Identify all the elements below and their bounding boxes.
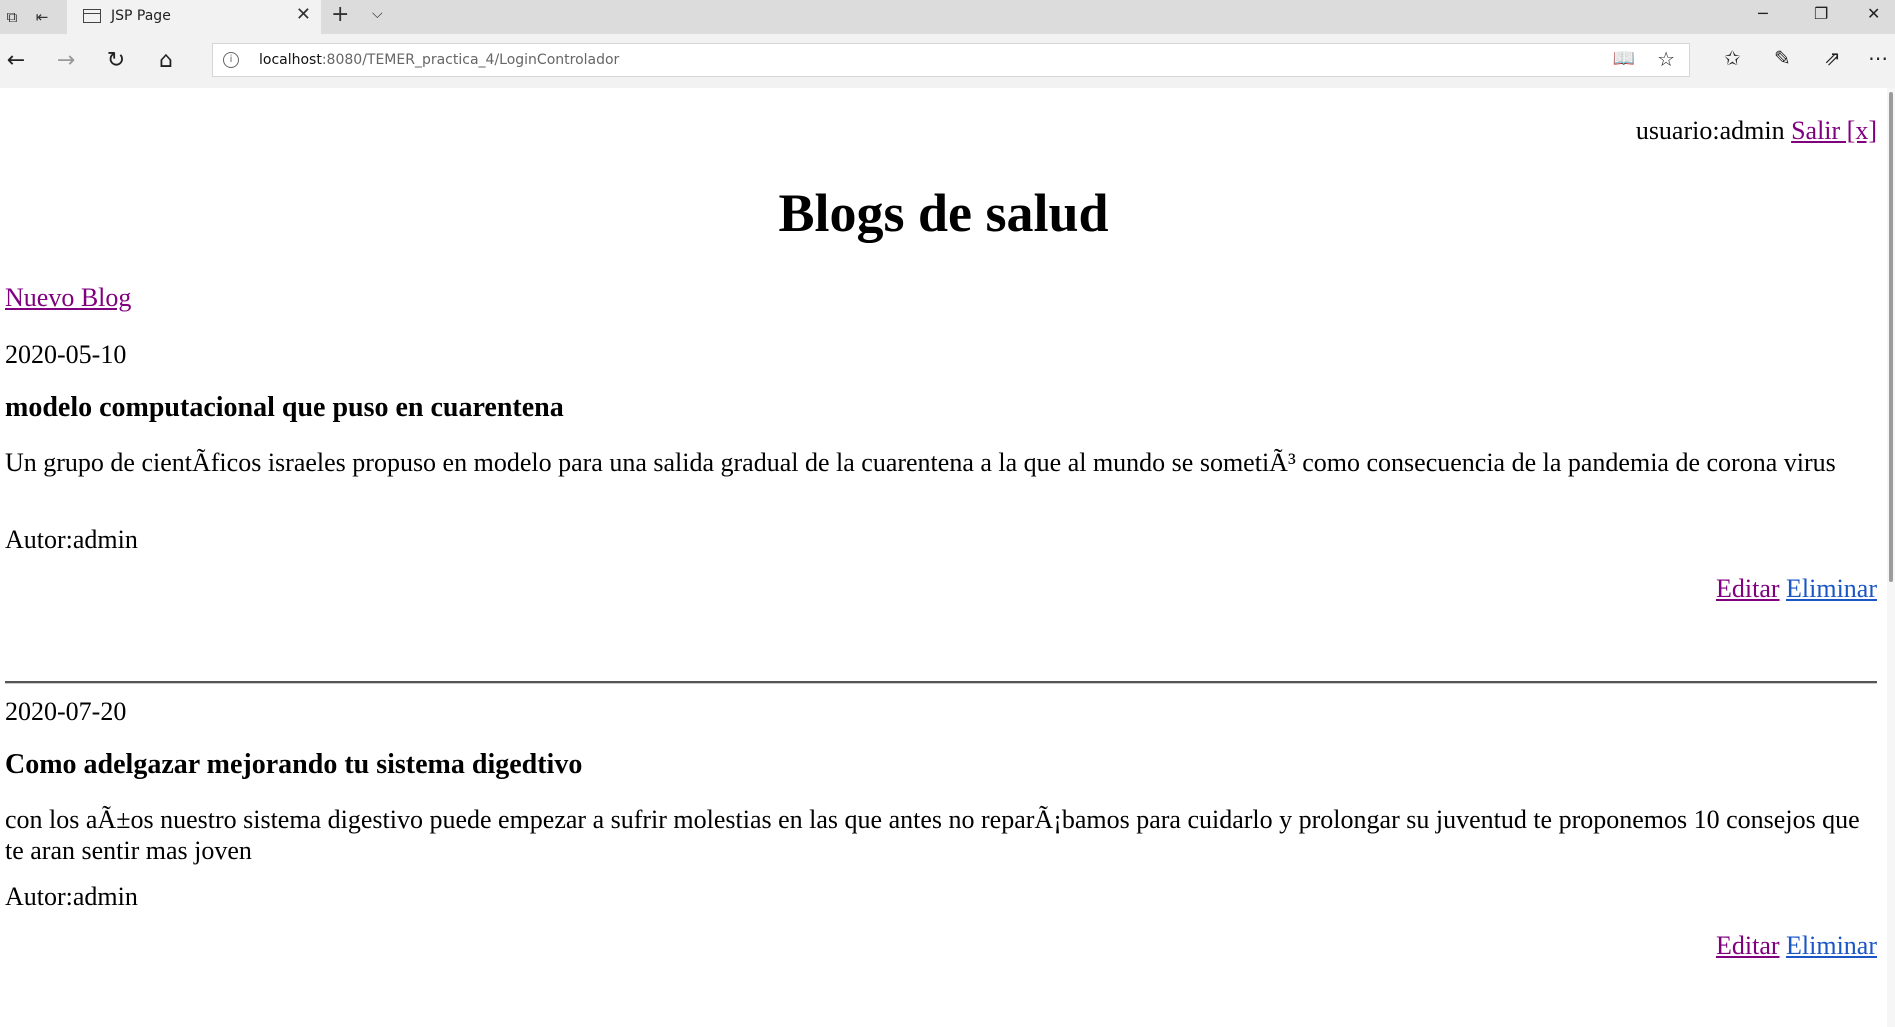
- post-separator: [5, 681, 1877, 684]
- edit-link[interactable]: Editar: [1716, 931, 1780, 960]
- share-icon[interactable]: ⇗: [1824, 46, 1841, 70]
- post-title: Como adelgazar mejorando tu sistema dige…: [5, 749, 583, 780]
- page-content: usuario:admin Salir [x] Blogs de salud N…: [0, 88, 1887, 1027]
- new-blog-link[interactable]: Nuevo Blog: [5, 283, 131, 313]
- info-icon[interactable]: i: [223, 52, 239, 68]
- restore-icon[interactable]: ❐: [1814, 4, 1828, 23]
- scrollbar-thumb[interactable]: [1889, 92, 1893, 582]
- edit-link[interactable]: Editar: [1716, 574, 1780, 603]
- page-icon: [83, 9, 101, 23]
- url-path: :8080/TEMER_practica_4/LoginControlador: [321, 52, 620, 68]
- logout-link[interactable]: Salir [x]: [1791, 116, 1877, 145]
- url-host: localhost: [259, 52, 322, 68]
- tab-bar: ⧉ ⇤ JSP Page ✕ + ⌵ ─ ❐ ✕: [0, 0, 1895, 34]
- close-window-icon[interactable]: ✕: [1867, 4, 1880, 23]
- post-title: modelo computacional que puso en cuarent…: [5, 392, 564, 423]
- back-icon[interactable]: ←: [2, 47, 30, 75]
- reading-view-icon[interactable]: 📖: [1613, 48, 1635, 69]
- user-info: usuario:admin Salir [x]: [1636, 116, 1877, 146]
- delete-link[interactable]: Eliminar: [1786, 574, 1877, 603]
- navigation-bar: ← → ↻ ⌂ i localhost:8080/TEMER_practica_…: [0, 34, 1895, 88]
- close-tab-icon[interactable]: ✕: [296, 4, 311, 25]
- tab-active[interactable]: JSP Page ✕: [67, 0, 321, 34]
- post-date: 2020-05-10: [5, 340, 127, 369]
- url-text[interactable]: localhost:8080/TEMER_practica_4/LoginCon…: [259, 52, 619, 68]
- post-author: Autor:admin: [5, 525, 138, 554]
- more-icon[interactable]: ⋯: [1868, 46, 1888, 70]
- tab-actions-icon[interactable]: ⧉: [0, 5, 24, 29]
- pen-icon[interactable]: ✎: [1774, 46, 1791, 70]
- home-icon[interactable]: ⌂: [152, 47, 180, 75]
- tab-title: JSP Page: [111, 8, 171, 24]
- set-tabs-aside-icon[interactable]: ⇤: [30, 5, 54, 29]
- chevron-down-icon[interactable]: ⌵: [372, 6, 383, 22]
- scrollbar[interactable]: [1887, 88, 1895, 1027]
- post-body: Un grupo de cientÃficos israeles propuso…: [5, 448, 1836, 477]
- post-author: Autor:admin: [5, 882, 138, 911]
- address-bar[interactable]: i localhost:8080/TEMER_practica_4/LoginC…: [212, 43, 1690, 77]
- delete-link[interactable]: Eliminar: [1786, 931, 1877, 960]
- forward-icon[interactable]: →: [52, 47, 80, 75]
- page-title: Blogs de salud: [778, 183, 1109, 243]
- post-actions: Editar Eliminar: [1716, 574, 1877, 604]
- favorite-star-icon[interactable]: ☆: [1657, 47, 1675, 71]
- post-date: 2020-07-20: [5, 697, 127, 726]
- favorites-icon[interactable]: ✩: [1724, 46, 1741, 70]
- minimize-icon[interactable]: ─: [1758, 4, 1768, 23]
- post-body: con los aÃ±os nuestro sistema digestivo …: [5, 805, 1860, 865]
- refresh-icon[interactable]: ↻: [102, 47, 130, 75]
- new-tab-icon[interactable]: +: [331, 2, 349, 27]
- post-actions: Editar Eliminar: [1716, 931, 1877, 961]
- user-label: usuario:admin: [1635, 116, 1785, 145]
